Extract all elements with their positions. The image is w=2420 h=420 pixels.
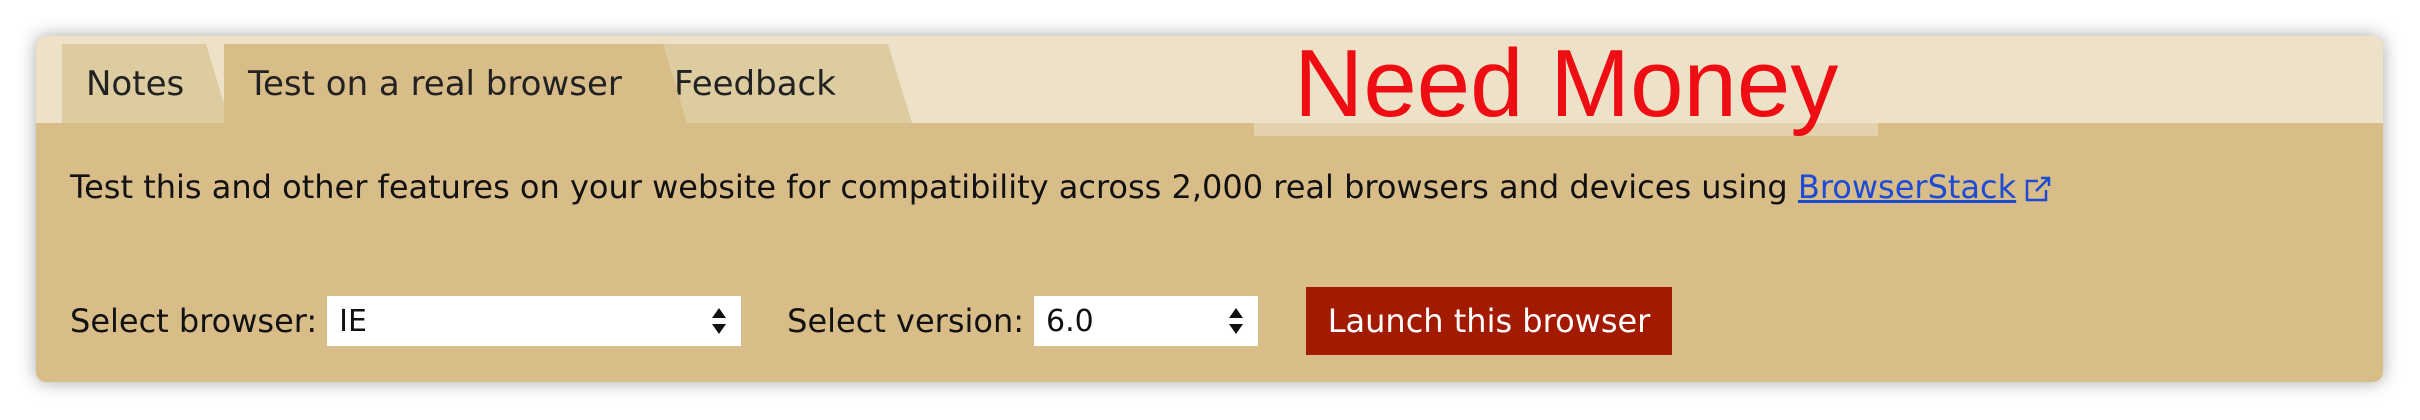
select-arrows-icon (712, 308, 727, 334)
tab-feedback[interactable]: Feedback (650, 44, 912, 123)
tab-notes[interactable]: Notes (62, 44, 230, 123)
launch-browser-button[interactable]: Launch this browser (1306, 287, 1673, 355)
tab-test-on-real-browser[interactable]: Test on a real browser (224, 44, 687, 123)
select-browser-label: Select browser: (70, 302, 318, 340)
browserstack-link[interactable]: BrowserStack (1798, 168, 2016, 206)
tab-bar: Notes Feedback Test on a real browser (36, 36, 2383, 123)
select-version-label: Select version: (787, 302, 1025, 340)
tab-notes-label: Notes (86, 63, 185, 104)
select-arrows-icon (1229, 308, 1244, 334)
browser-select[interactable]: IE (327, 296, 742, 346)
description-body: Test this and other features on your web… (70, 168, 1798, 206)
external-link-icon[interactable] (2024, 175, 2052, 203)
tab-test-label: Test on a real browser (248, 63, 622, 104)
need-money-overlay-text: Need Money (1254, 36, 1879, 136)
description-text: Test this and other features on your web… (70, 168, 2052, 206)
version-select[interactable]: 6.0 (1034, 296, 1259, 346)
browser-select-value: IE (339, 303, 367, 339)
browser-launch-row: Select browser: IE Select version: 6.0 L… (70, 277, 1673, 365)
test-on-browser-panel: Notes Feedback Test on a real browser Ne… (36, 36, 2383, 382)
version-select-value: 6.0 (1046, 303, 1094, 339)
